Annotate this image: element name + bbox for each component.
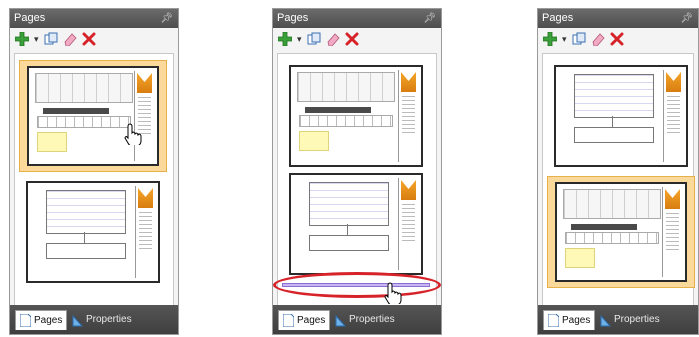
pages-panel-2: Pages 📌︎ ▾ Pages Properties xyxy=(272,8,442,335)
tab-properties[interactable]: Properties xyxy=(331,310,399,330)
eraser-icon[interactable] xyxy=(590,31,606,47)
add-page-icon[interactable] xyxy=(277,31,293,47)
panel-tabbar: Pages Properties xyxy=(538,305,698,334)
panel-tabbar: Pages Properties xyxy=(273,305,441,334)
logo-icon xyxy=(666,72,681,92)
pages-panel-3: Pages 📌︎ ▾ Pages Properties xyxy=(537,8,699,335)
panel-titlebar: Pages 📌︎ xyxy=(10,9,178,28)
dropdown-arrow-icon[interactable]: ▾ xyxy=(297,34,302,45)
logo-icon xyxy=(665,189,680,209)
page-list xyxy=(14,53,174,307)
eraser-icon[interactable] xyxy=(325,31,341,47)
pin-icon[interactable]: 📌︎ xyxy=(680,9,693,28)
page-thumbnail-diagram xyxy=(26,181,160,283)
hand-cursor-icon xyxy=(384,282,402,304)
add-page-icon[interactable] xyxy=(14,31,30,47)
logo-icon xyxy=(138,188,153,208)
duplicate-page-icon[interactable] xyxy=(306,31,322,47)
page-slot-2[interactable] xyxy=(19,176,167,288)
panel-tabbar: Pages Properties xyxy=(10,305,178,334)
eraser-icon[interactable] xyxy=(62,31,78,47)
pin-icon[interactable]: 📌︎ xyxy=(423,9,436,28)
pages-toolbar: ▾ xyxy=(538,28,698,50)
pages-toolbar: ▾ xyxy=(10,28,178,50)
panel-title: Pages xyxy=(14,12,46,24)
ruler-triangle-icon xyxy=(600,314,611,326)
page-icon xyxy=(283,314,294,327)
logo-icon xyxy=(401,72,416,92)
page-icon xyxy=(20,314,31,327)
pages-toolbar: ▾ xyxy=(273,28,441,50)
pin-icon[interactable]: 📌︎ xyxy=(160,9,173,28)
page-list xyxy=(542,53,695,307)
dropdown-arrow-icon[interactable]: ▾ xyxy=(34,34,39,45)
page-thumbnail-report xyxy=(555,182,687,282)
page-thumbnail-report xyxy=(289,65,423,167)
ruler-triangle-icon xyxy=(335,314,346,326)
tab-pages[interactable]: Pages xyxy=(15,310,68,330)
tab-pages[interactable]: Pages xyxy=(278,310,331,330)
page-thumbnail-diagram xyxy=(289,173,423,275)
logo-icon xyxy=(137,73,152,93)
panel-title: Pages xyxy=(542,12,574,24)
page-thumbnail-diagram xyxy=(554,65,688,167)
page-slot-2[interactable] xyxy=(547,176,695,288)
page-thumbnail-report xyxy=(27,66,159,166)
pages-panel-1: Pages 📌︎ ▾ Pages Properties xyxy=(9,8,179,335)
delete-icon[interactable] xyxy=(81,31,97,47)
duplicate-page-icon[interactable] xyxy=(571,31,587,47)
hand-cursor-icon xyxy=(124,123,142,145)
page-list xyxy=(273,53,441,307)
panel-title: Pages xyxy=(277,12,309,24)
panel-titlebar: Pages 📌︎ xyxy=(273,9,441,28)
dropdown-arrow-icon[interactable]: ▾ xyxy=(562,34,567,45)
page-slot-1[interactable] xyxy=(19,60,167,172)
page-icon xyxy=(548,314,559,327)
duplicate-page-icon[interactable] xyxy=(43,31,59,47)
highlight-ellipse xyxy=(273,272,441,298)
tab-properties[interactable]: Properties xyxy=(596,310,664,330)
delete-icon[interactable] xyxy=(609,31,625,47)
ruler-triangle-icon xyxy=(72,314,83,326)
tab-pages[interactable]: Pages xyxy=(543,310,596,330)
tab-properties[interactable]: Properties xyxy=(68,310,136,330)
logo-icon xyxy=(401,180,416,200)
panel-titlebar: Pages 📌︎ xyxy=(538,9,698,28)
page-slot-2[interactable] xyxy=(282,168,430,280)
page-slot-1[interactable] xyxy=(282,60,430,172)
page-slot-1[interactable] xyxy=(547,60,695,172)
delete-icon[interactable] xyxy=(344,31,360,47)
add-page-icon[interactable] xyxy=(542,31,558,47)
